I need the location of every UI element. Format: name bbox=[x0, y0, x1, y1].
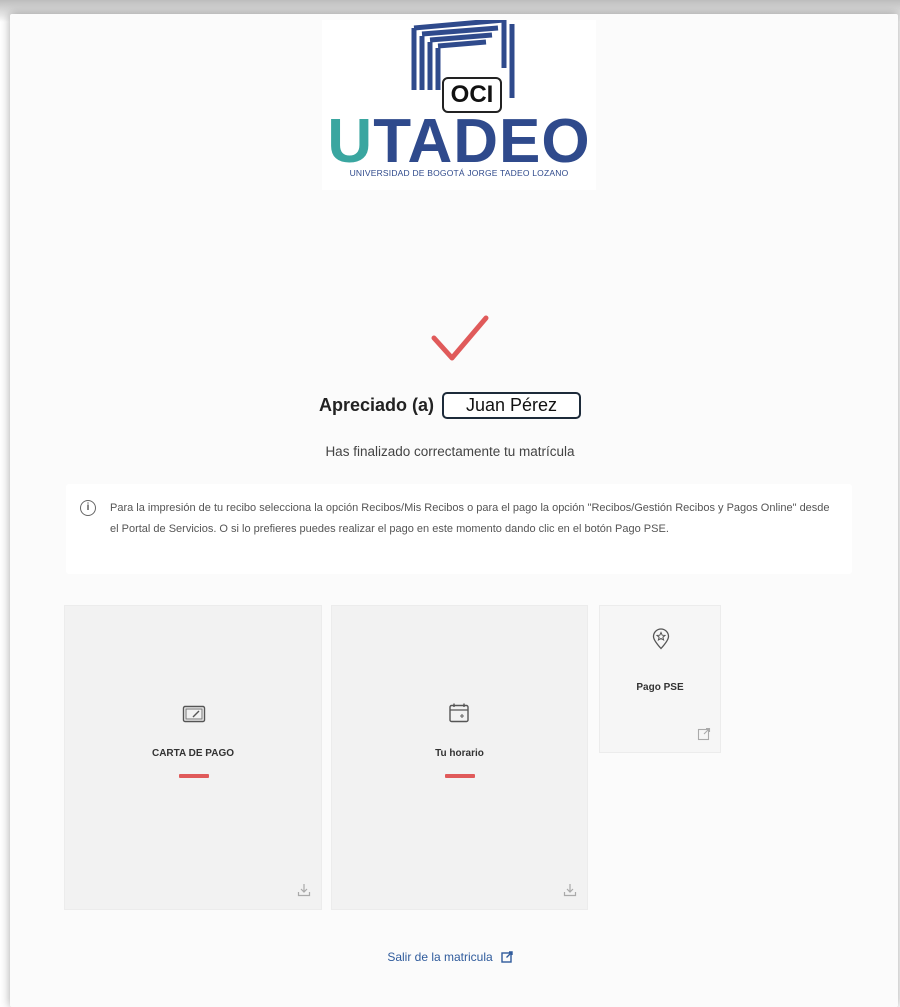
external-link-icon[interactable] bbox=[697, 727, 711, 741]
success-message: Has finalizado correctamente tu matrícul… bbox=[325, 444, 575, 459]
student-name: Juan Pérez bbox=[441, 392, 582, 419]
schedule-card[interactable]: Tu horario bbox=[331, 605, 588, 910]
utadeo-logo: OCI UTADEO UNIVERSIDAD DE BOGOTÁ JORGE T… bbox=[322, 20, 596, 190]
pse-payment-title: Pago PSE bbox=[636, 682, 684, 693]
payment-letter-title: CARTA DE PAGO bbox=[151, 748, 235, 759]
card-accent-bar bbox=[179, 774, 209, 778]
exit-enrollment: Salir de la matricula bbox=[0, 950, 900, 964]
greeting: Apreciado (a) Juan Pérez bbox=[0, 392, 900, 419]
info-notice: i Para la impresión de tu recibo selecci… bbox=[66, 484, 852, 574]
download-icon[interactable] bbox=[563, 883, 577, 897]
checkmark-icon bbox=[431, 315, 489, 361]
card-accent-bar bbox=[445, 774, 475, 778]
payment-letter-card[interactable]: CARTA DE PAGO bbox=[64, 605, 322, 910]
download-icon[interactable] bbox=[297, 883, 311, 897]
brand-wordmark: UTADEO bbox=[327, 107, 591, 176]
university-tagline: UNIVERSIDAD DE BOGOTÁ JORGE TADEO LOZANO bbox=[349, 168, 569, 178]
greeting-label: Apreciado (a) bbox=[318, 395, 434, 415]
info-icon: i bbox=[80, 500, 96, 516]
exit-enrollment-link[interactable]: Salir de la matricula bbox=[387, 950, 513, 964]
payment-card-icon bbox=[182, 705, 206, 723]
pse-payment-card[interactable]: Pago PSE bbox=[599, 605, 721, 753]
exit-enrollment-label: Salir de la matricula bbox=[387, 950, 493, 964]
external-link-icon bbox=[500, 951, 513, 963]
schedule-title: Tu horario bbox=[435, 748, 484, 759]
info-text: Para la impresión de tu recibo seleccion… bbox=[110, 502, 830, 535]
badge-star-icon bbox=[652, 628, 670, 650]
calendar-icon bbox=[449, 703, 469, 723]
